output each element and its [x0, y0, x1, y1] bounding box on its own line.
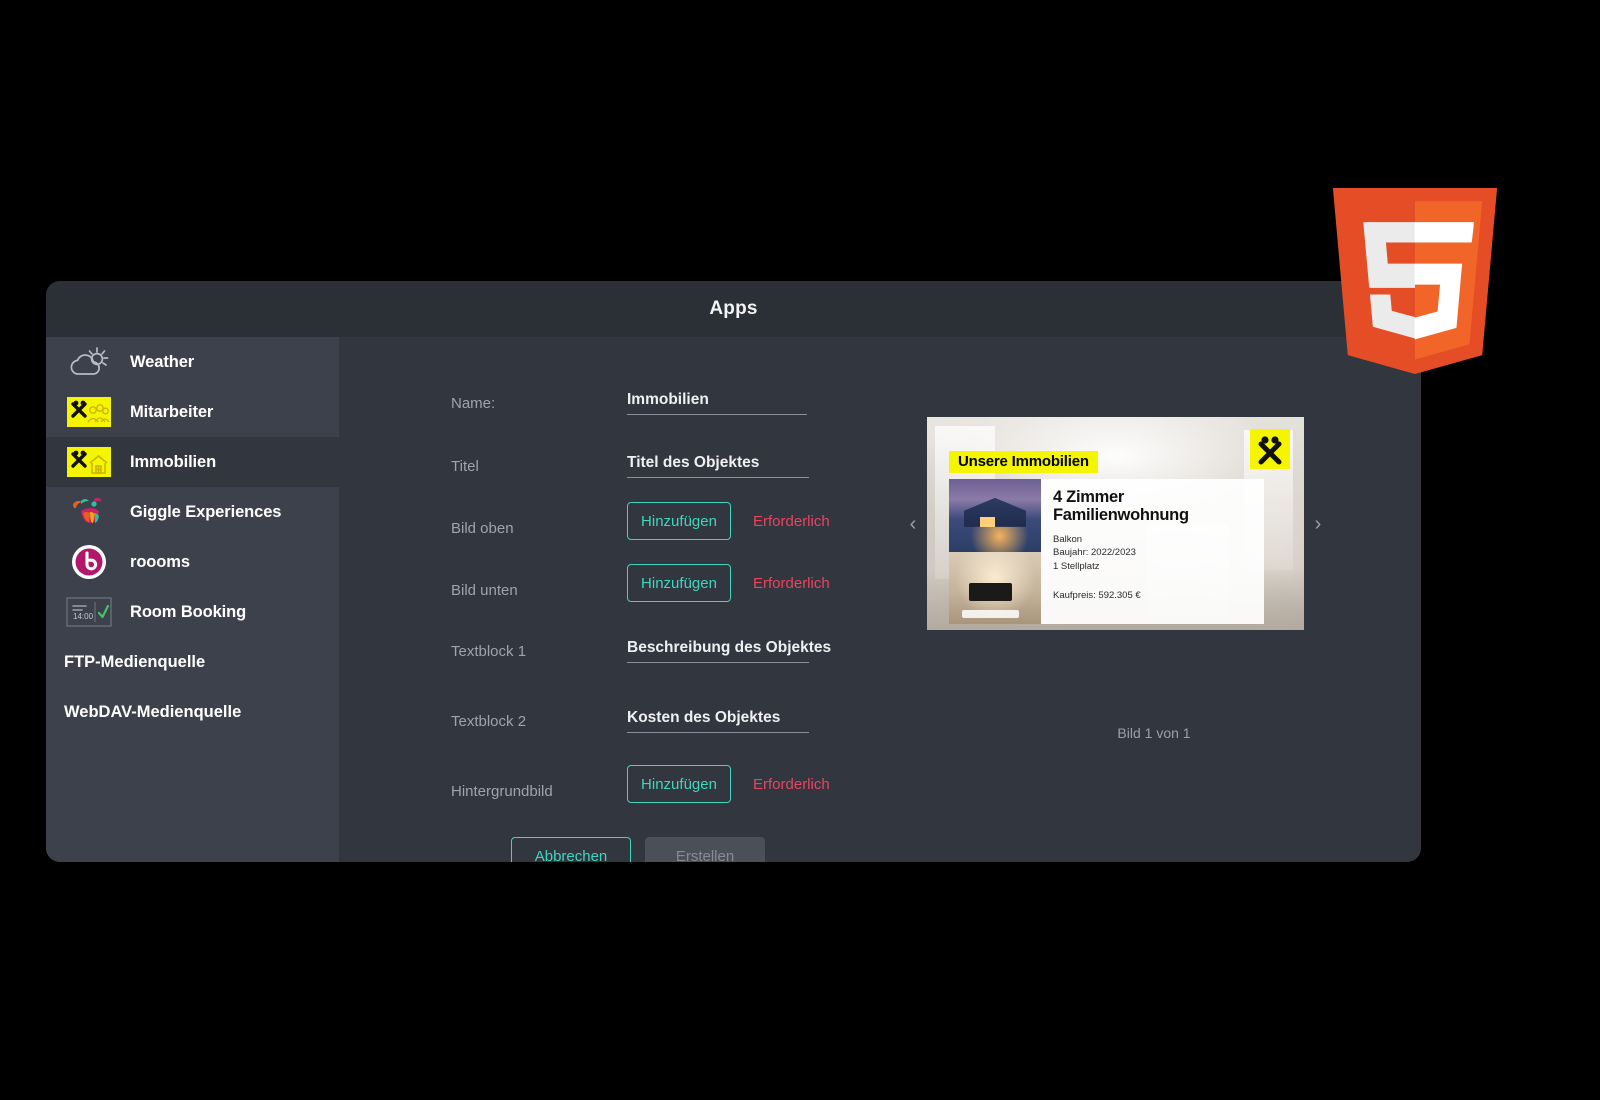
- bild-oben-add-button[interactable]: Hinzufügen: [627, 502, 731, 540]
- object-details: 4 Zimmer Familienwohnung Balkon Baujahr:…: [1041, 479, 1264, 624]
- preview-slide[interactable]: Unsere Immobilien: [927, 417, 1304, 630]
- dialog-body: Weather: [46, 337, 1421, 862]
- page-title: Apps: [709, 298, 757, 320]
- object-headline: 4 Zimmer Familienwohnung: [1053, 489, 1254, 525]
- chevron-left-icon[interactable]: ‹: [899, 514, 927, 534]
- label-name: Name:: [451, 395, 627, 415]
- sidebar-item-label: roooms: [130, 553, 190, 572]
- sidebar-item-label: FTP-Medienquelle: [64, 653, 205, 672]
- name-input[interactable]: Immobilien: [627, 391, 807, 415]
- roooms-icon: [66, 545, 112, 579]
- form-actions: Abbrechen Erstellen: [511, 837, 911, 862]
- label-bild-unten: Bild unten: [451, 582, 627, 602]
- create-button[interactable]: Erstellen: [645, 837, 765, 862]
- sidebar-item-giggle-experiences[interactable]: Giggle Experiences: [46, 487, 339, 537]
- object-photos: [949, 479, 1041, 624]
- titel-input[interactable]: Titel des Objektes: [627, 454, 809, 478]
- slide-tag: Unsere Immobilien: [949, 451, 1098, 473]
- dialog-titlebar: Apps: [46, 281, 1421, 337]
- label-hintergrundbild: Hintergrundbild: [451, 783, 627, 803]
- bild-unten-status-badge: Erforderlich: [753, 575, 830, 592]
- form-row-hintergrundbild: Hintergrundbild Hinzufügen Erforderlich: [451, 753, 911, 803]
- raiffeisen-house-icon: [66, 445, 112, 479]
- sidebar-item-label: Mitarbeiter: [130, 403, 213, 422]
- app-config-form: Name: Immobilien Titel Titel des Objekte…: [451, 365, 911, 862]
- form-row-textblock-1: Textblock 1 Beschreibung des Objektes: [451, 613, 911, 663]
- sidebar-item-ftp-medienquelle[interactable]: FTP-Medienquelle: [46, 637, 339, 687]
- chevron-right-icon[interactable]: ›: [1304, 514, 1332, 534]
- sidebar-item-webdav-medienquelle[interactable]: WebDAV-Medienquelle: [46, 687, 339, 737]
- sidebar-item-label: Room Booking: [130, 603, 246, 622]
- bild-unten-add-button[interactable]: Hinzufügen: [627, 564, 731, 602]
- label-textblock-1: Textblock 1: [451, 643, 627, 663]
- sidebar-item-label: Immobilien: [130, 453, 216, 472]
- bild-oben-status-badge: Erforderlich: [753, 513, 830, 530]
- slide-content-panel: 4 Zimmer Familienwohnung Balkon Baujahr:…: [949, 479, 1264, 624]
- preview-caption: Bild 1 von 1: [899, 725, 1409, 741]
- hintergrundbild-add-button[interactable]: Hinzufügen: [627, 765, 731, 803]
- form-row-bild-oben: Bild oben Hinzufügen Erforderlich: [451, 490, 911, 540]
- sidebar-item-label: Giggle Experiences: [130, 503, 281, 522]
- object-feature: 1 Stellplatz: [1053, 560, 1254, 574]
- label-bild-oben: Bild oben: [451, 520, 627, 540]
- sidebar-item-label: Weather: [130, 353, 194, 372]
- apps-dialog: Apps: [46, 281, 1421, 862]
- screen: Apps: [0, 0, 1600, 1100]
- hintergrundbild-status-badge: Erforderlich: [753, 776, 830, 793]
- room-booking-calendar-icon: 14:00: [66, 595, 112, 629]
- sidebar-item-mitarbeiter[interactable]: Mitarbeiter: [46, 387, 339, 437]
- sidebar-item-room-booking[interactable]: 14:00 Room Booking: [46, 587, 339, 637]
- sidebar-item-label: WebDAV-Medienquelle: [64, 703, 241, 722]
- preview-carousel: ‹ Unsere Immobilien: [899, 417, 1409, 630]
- form-row-titel: Titel Titel des Objektes: [451, 428, 911, 478]
- house-exterior-photo: [949, 479, 1041, 552]
- weather-cloud-sun-icon: [66, 345, 112, 379]
- form-row-name: Name: Immobilien: [451, 365, 911, 415]
- object-feature: Balkon: [1053, 533, 1254, 547]
- living-room-photo: [949, 552, 1041, 625]
- sidebar-item-immobilien[interactable]: Immobilien: [46, 437, 339, 487]
- giggle-experiences-icon: [66, 495, 112, 529]
- raiffeisen-logo-icon: [1250, 429, 1290, 469]
- main-pane: Name: Immobilien Titel Titel des Objekte…: [339, 337, 1421, 862]
- cancel-button[interactable]: Abbrechen: [511, 837, 631, 862]
- html5-logo-icon: [1322, 168, 1508, 394]
- svg-text:14:00: 14:00: [73, 612, 94, 621]
- textblock-2-input[interactable]: Kosten des Objektes: [627, 709, 809, 733]
- label-textblock-2: Textblock 2: [451, 713, 627, 733]
- raiffeisen-employees-icon: [66, 395, 112, 429]
- label-titel: Titel: [451, 458, 627, 478]
- object-feature: Baujahr: 2022/2023: [1053, 546, 1254, 560]
- sidebar-item-roooms[interactable]: roooms: [46, 537, 339, 587]
- sidebar: Weather: [46, 337, 339, 862]
- textblock-1-input[interactable]: Beschreibung des Objektes: [627, 639, 809, 663]
- sidebar-item-weather[interactable]: Weather: [46, 337, 339, 387]
- form-row-textblock-2: Textblock 2 Kosten des Objektes: [451, 683, 911, 733]
- form-row-bild-unten: Bild unten Hinzufügen Erforderlich: [451, 552, 911, 602]
- object-price: Kaufpreis: 592.305 €: [1053, 590, 1254, 601]
